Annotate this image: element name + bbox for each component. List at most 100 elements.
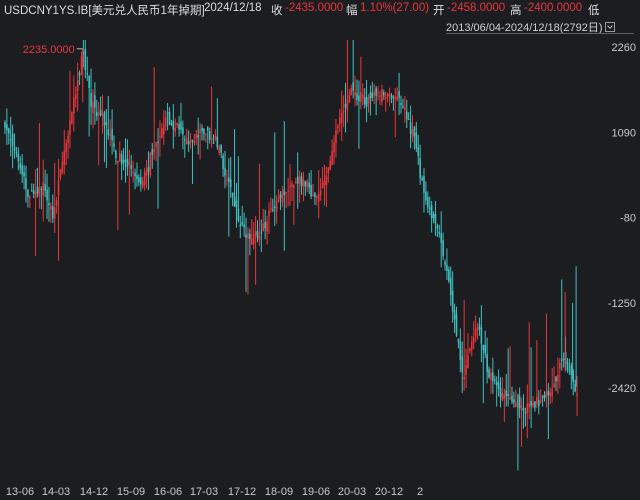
candle-body <box>296 176 299 184</box>
candle-body <box>471 341 473 350</box>
candle-body <box>256 230 259 238</box>
candlestick-chart[interactable]: 2260 1090 -80 -1250 -2420 2235.0000 13-06 14-… <box>0 40 640 500</box>
x-tick-label: 20-03 <box>338 486 366 498</box>
candle-body <box>342 111 345 113</box>
candle-body <box>396 96 398 100</box>
candle-body <box>11 133 14 147</box>
candle-body <box>348 94 351 103</box>
candle-body <box>29 196 31 198</box>
x-tick-label: 17-03 <box>190 486 218 498</box>
candle-body <box>404 107 406 110</box>
candle-body <box>254 231 257 236</box>
candle-body <box>490 372 492 381</box>
annotation-label: 2235.0000 <box>23 44 75 56</box>
candle-body <box>42 181 45 196</box>
candle-body <box>170 123 173 125</box>
candle-body <box>440 233 442 243</box>
candle-body <box>19 163 22 169</box>
candle-body <box>562 358 565 360</box>
candle-body <box>61 161 64 173</box>
candle-body <box>113 143 115 147</box>
candle-body <box>293 185 295 189</box>
candle-body <box>168 111 171 125</box>
candle-body <box>107 129 110 136</box>
date-range-selector[interactable]: 2013/06/04-2024/12/18(2792日) <box>446 19 615 34</box>
y-tick-label: -1250 <box>608 298 636 310</box>
candle-body <box>474 329 477 336</box>
candle-body <box>413 127 416 137</box>
candle-body <box>208 130 211 140</box>
candle-body <box>130 164 133 169</box>
candle-body <box>95 112 98 117</box>
close-value: -2435.0000 <box>285 2 344 14</box>
candle-body <box>226 179 228 181</box>
candle-body <box>138 177 140 183</box>
candle-body <box>518 395 521 409</box>
candles <box>4 40 578 471</box>
candle-body <box>356 93 358 101</box>
candle-body <box>147 167 150 172</box>
candle-body <box>203 128 205 134</box>
candle-body <box>415 132 418 149</box>
candle-body <box>32 190 35 194</box>
candle-body <box>92 101 94 113</box>
candle-body <box>17 153 20 162</box>
candle-body <box>495 381 498 386</box>
candle-body <box>105 122 108 126</box>
change-label: 幅 <box>346 5 358 17</box>
candle-body <box>451 290 454 312</box>
candle-body <box>210 138 213 141</box>
candle-body <box>524 412 527 414</box>
candle-body <box>449 277 452 296</box>
candle-body <box>161 128 163 139</box>
candle-body <box>478 324 481 330</box>
candle-body <box>444 261 446 266</box>
x-tick-label: 13-06 <box>6 486 34 498</box>
candle-body <box>442 240 444 257</box>
candle-body <box>515 402 517 408</box>
candle-body <box>369 92 372 99</box>
candle-body <box>553 383 555 388</box>
candle-body <box>184 139 186 141</box>
candle-body <box>555 376 557 382</box>
y-tick-label: -2420 <box>608 383 636 395</box>
candle-body <box>164 117 167 127</box>
candle-body <box>90 93 92 107</box>
candle-body <box>23 172 25 177</box>
candle-body <box>252 234 255 245</box>
candle-body <box>109 134 111 136</box>
candle-body <box>27 189 29 198</box>
candle-body <box>124 160 127 162</box>
candle-body <box>262 223 265 232</box>
candle-body <box>111 128 113 141</box>
low-label: 低 <box>588 5 600 17</box>
candle-body <box>218 146 221 154</box>
candle-body <box>411 129 414 138</box>
candle-body <box>174 128 177 132</box>
candle-body <box>30 190 33 192</box>
candle-body <box>423 176 425 193</box>
candle-body <box>245 234 247 238</box>
candle-body <box>197 135 200 138</box>
candle-body <box>273 206 276 209</box>
candle-body <box>285 192 288 194</box>
candle-body <box>306 181 309 187</box>
x-tick-label: 14-12 <box>80 486 108 498</box>
candle-body <box>566 362 569 371</box>
candle-body <box>115 150 117 159</box>
candle-body <box>40 188 43 190</box>
candle-body <box>65 143 67 152</box>
candle-body <box>260 232 263 234</box>
candle-body <box>224 167 226 176</box>
candle-body <box>266 221 268 232</box>
candle-body <box>379 95 381 97</box>
candle-body <box>486 353 488 373</box>
candle-body <box>258 236 261 240</box>
candle-body <box>235 200 238 208</box>
candle-body <box>317 194 320 202</box>
candle-body <box>9 139 12 141</box>
candle-body <box>162 125 165 135</box>
candle-body <box>287 190 289 192</box>
candle-body <box>214 136 217 140</box>
open-value: -2458.0000 <box>447 2 506 14</box>
